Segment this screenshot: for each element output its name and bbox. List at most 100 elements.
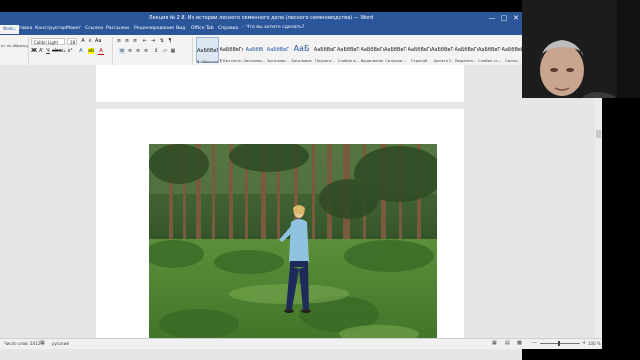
highlight-icon[interactable]: ab [88, 48, 94, 54]
style-option[interactable]: АаБбВвГг ¶ Без инте... [220, 37, 243, 63]
underline-icon[interactable]: Ч [45, 48, 51, 54]
language[interactable]: русский [52, 341, 69, 346]
zoom-in-icon[interactable]: + [582, 340, 586, 346]
borders-icon[interactable]: ▦ [170, 48, 176, 54]
shading-icon[interactable]: ▱ [162, 48, 168, 54]
subscript-icon[interactable]: x₂ [60, 48, 66, 54]
ribbon-tabs: Файл Вставка Конструктор Макет Ссылки Ра… [0, 24, 522, 35]
tab-mailings[interactable]: Рассылки [106, 26, 129, 31]
style-sample: АаБбВвГг [501, 47, 523, 53]
webcam-overlay [522, 0, 640, 98]
align-left-icon[interactable]: ≡ [119, 48, 125, 54]
style-name: Заголовок [291, 58, 312, 63]
maximize-button[interactable]: □ [498, 12, 510, 24]
minimize-button[interactable]: — [486, 12, 498, 24]
show-marks-icon[interactable]: ¶ [167, 38, 173, 44]
style-name: Строгий [410, 58, 428, 63]
tab-review[interactable]: Рецензирование [134, 26, 174, 31]
style-name: ¶ Без инте... [219, 58, 243, 63]
line-spacing-icon[interactable]: ↕ [153, 48, 159, 54]
style-option[interactable]: АаБ Заголовок [290, 37, 313, 63]
style-option[interactable]: АаБбВвГ Подзаго... [314, 37, 337, 63]
tell-me-box[interactable]: ◦ Что вы хотите сделать? [242, 25, 304, 30]
style-name: Подзаго... [314, 58, 336, 63]
style-sample: АаБбВвГг [407, 47, 431, 53]
style-sample: АаБбВвГг [197, 48, 218, 54]
font-color-icon[interactable]: A [98, 48, 104, 55]
shrink-font-icon[interactable]: A [87, 38, 93, 44]
title-bar: Лекция № 2 8. Из истории лесного семенно… [0, 12, 522, 24]
style-sample: АаБбВвГг [384, 47, 407, 53]
style-option[interactable]: АаБбВвГг Сильн... [502, 37, 523, 63]
tab-design[interactable]: Конструктор [35, 26, 66, 31]
increase-indent-icon[interactable]: ⇥ [150, 38, 156, 44]
close-button[interactable]: ✕ [510, 12, 522, 24]
change-case-icon[interactable]: Аа [95, 38, 101, 44]
align-center-icon[interactable]: ≡ [127, 48, 133, 54]
style-option[interactable]: АаБбВвГг Выделение [361, 37, 384, 63]
bullets-icon[interactable]: ≡ [116, 38, 122, 44]
style-option[interactable]: АаБбВвГг Строгий [408, 37, 431, 63]
format-painter-button[interactable]: ат по образцу [1, 43, 29, 48]
forest-photo-image [149, 144, 437, 349]
forest-photo[interactable] [149, 144, 437, 349]
style-option[interactable]: АаБбВвГг Цитата 2 [431, 37, 454, 63]
style-name: Заголово... [243, 58, 266, 63]
style-option[interactable]: АаБбВвГг Сильное... [384, 37, 407, 63]
style-sample: АаБбВвГ [266, 47, 290, 53]
align-right-icon[interactable]: ≡ [135, 48, 141, 54]
font-size-select[interactable]: 28 [67, 38, 77, 45]
numbering-icon[interactable]: ≡ [124, 38, 130, 44]
window-title: Лекция № 2 8. Из истории лесного семенно… [148, 15, 374, 21]
style-sample: АаБбВвГ [313, 47, 337, 53]
divider [192, 37, 193, 67]
window-controls: — □ ✕ [486, 12, 522, 24]
style-option[interactable]: АаБбВвГг ¶ Обычный [196, 37, 219, 64]
status-bar: Число слов: 2412 ▦ русский ▦ ▤ ▩ — + 100… [0, 338, 602, 349]
decrease-indent-icon[interactable]: ⇤ [142, 38, 148, 44]
style-sample: АаБ [293, 44, 310, 53]
style-sample: АаБбВвГг [478, 47, 501, 53]
sort-icon[interactable]: ⇅ [159, 38, 165, 44]
document-page[interactable] [96, 109, 464, 349]
tab-layout[interactable]: Макет [66, 26, 81, 31]
style-sample: АаБбВвГг [219, 47, 243, 53]
superscript-icon[interactable]: x² [67, 48, 73, 54]
style-option[interactable]: АаБбВвГ Заголово... [267, 37, 290, 63]
zoom-slider[interactable] [540, 341, 580, 346]
style-option[interactable]: АаБбВвГг Выделен... [455, 37, 478, 63]
scroll-thumb[interactable] [596, 130, 601, 138]
tab-office-tab[interactable]: Office Tab [191, 26, 214, 31]
style-name: Сильн... [505, 58, 521, 63]
style-sample: АаБбВвГг [454, 47, 478, 53]
italic-icon[interactable]: К [38, 48, 44, 54]
multilevel-list-icon[interactable]: ≡ [132, 38, 138, 44]
grow-font-icon[interactable]: A [80, 38, 86, 44]
style-name: ¶ Обычный [197, 59, 218, 64]
justify-icon[interactable]: ≡ [143, 48, 149, 54]
tab-insert[interactable]: Вставка [13, 26, 32, 31]
font-name-select[interactable]: Calibri Light [31, 38, 65, 45]
tab-view[interactable]: Вид [176, 26, 185, 31]
strikethrough-icon[interactable]: abc [52, 48, 61, 54]
presenter-video [522, 0, 640, 98]
zoom-out-icon[interactable]: — [532, 340, 537, 346]
style-option[interactable]: АаБбВі Заголово... [243, 37, 266, 63]
zoom-slider-thumb[interactable] [558, 341, 560, 346]
bold-icon[interactable]: Ж [31, 48, 37, 54]
style-option[interactable]: АаБбВвГг Слабая сс... [478, 37, 501, 63]
tab-references[interactable]: Ссылки [85, 26, 103, 31]
style-name: Слабая сс... [478, 58, 501, 63]
black-margin [602, 98, 640, 360]
vertical-scrollbar[interactable] [595, 90, 602, 338]
focus-mode-icon[interactable]: ▦ [492, 340, 497, 346]
text-effects-icon[interactable]: A [78, 48, 84, 54]
style-option[interactable]: АаБбВвГг Слабое в... [337, 37, 360, 63]
print-layout-icon[interactable]: ▩ [517, 340, 522, 346]
word-count[interactable]: Число слов: 2412 [4, 341, 40, 346]
read-mode-icon[interactable]: ▤ [505, 340, 510, 346]
proofing-icon[interactable]: ▦ [40, 340, 45, 346]
tab-help[interactable]: Справка [218, 26, 238, 31]
zoom-level[interactable]: 100 % [588, 341, 601, 346]
divider [112, 37, 113, 67]
